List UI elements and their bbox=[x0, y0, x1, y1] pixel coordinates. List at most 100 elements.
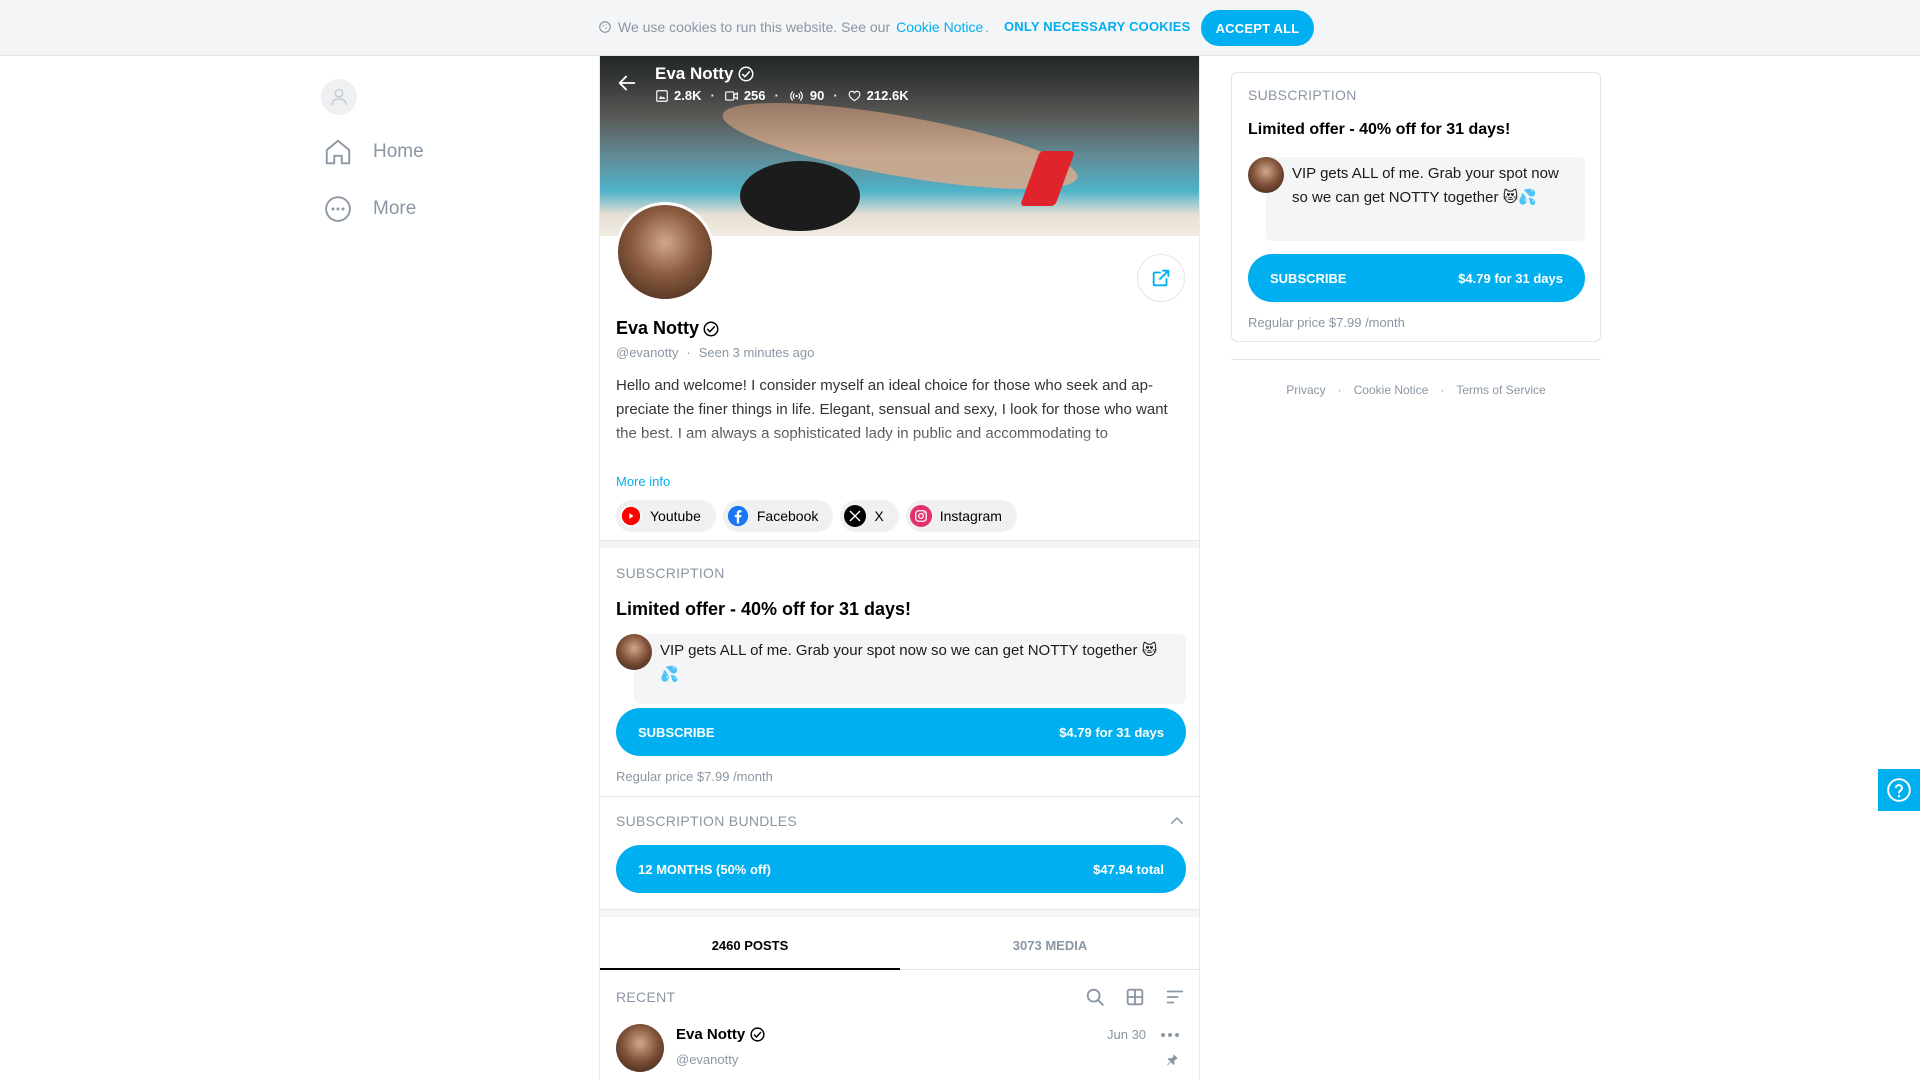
profile-handle-row: @evanotty · Seen 3 minutes ago bbox=[616, 345, 814, 360]
right-regular-price: Regular price $7.99 /month bbox=[1248, 315, 1405, 330]
social-facebook-label: Facebook bbox=[756, 508, 819, 524]
user-avatar[interactable] bbox=[321, 79, 357, 115]
bundle-label: 12 MONTHS (50% off) bbox=[638, 861, 771, 877]
post-more-options-icon[interactable] bbox=[1160, 1031, 1180, 1039]
share-button[interactable] bbox=[1137, 254, 1185, 302]
footer-separator: · bbox=[1440, 383, 1445, 397]
stat-streams-value: 90 bbox=[809, 88, 825, 103]
stat-photos: 2.8K bbox=[655, 88, 701, 103]
cover-name-text: Eva Notty bbox=[655, 64, 734, 83]
cookie-period: . bbox=[985, 19, 990, 35]
only-necessary-cookies-button[interactable]: ONLY NECESSARY COOKIES bbox=[1004, 19, 1190, 34]
user-icon bbox=[330, 88, 348, 106]
post-author-avatar[interactable] bbox=[616, 1024, 664, 1072]
accept-all-button[interactable]: ACCEPT ALL bbox=[1201, 10, 1314, 46]
right-message-avatar bbox=[1248, 157, 1284, 193]
cookie-message: We use cookies to run this website. See … bbox=[598, 19, 989, 35]
stat-likes-value: 212.6K bbox=[866, 88, 909, 103]
search-icon[interactable] bbox=[1084, 986, 1106, 1008]
post-date[interactable]: Jun 30 bbox=[1107, 1027, 1146, 1042]
chevron-up-icon bbox=[1171, 817, 1183, 824]
share-icon bbox=[1152, 269, 1170, 287]
cover-name: Eva Notty bbox=[655, 64, 755, 84]
stat-separator: · bbox=[774, 88, 779, 103]
right-subscribe-price: $4.79 for 31 days bbox=[1458, 270, 1563, 286]
subscription-card: SUBSCRIPTION Limited offer - 40% off for… bbox=[1231, 72, 1601, 342]
right-divider bbox=[1231, 359, 1601, 360]
verified-icon bbox=[738, 66, 754, 82]
stat-likes: 212.6K bbox=[847, 88, 909, 103]
tab-posts[interactable]: 2460 POSTS bbox=[600, 922, 900, 970]
subscribe-button[interactable]: SUBSCRIBE $4.79 for 31 days bbox=[616, 708, 1186, 756]
nav-label-more: More bbox=[373, 198, 417, 219]
social-facebook[interactable]: Facebook bbox=[722, 500, 834, 532]
more-circle-icon bbox=[325, 196, 351, 222]
more-info-link[interactable]: More info bbox=[616, 474, 670, 489]
cover-stats: 2.8K · 256 · 90 · 212.6K bbox=[655, 88, 909, 103]
handle-separator: · bbox=[686, 345, 691, 360]
social-instagram[interactable]: Instagram bbox=[905, 500, 1017, 532]
social-x[interactable]: X bbox=[840, 500, 899, 532]
footer-link-cookie-notice[interactable]: Cookie Notice bbox=[1354, 383, 1429, 397]
subscription-message: VIP gets ALL of me. Grab your spot now s… bbox=[634, 634, 1186, 704]
stat-streams: 90 bbox=[788, 88, 824, 103]
stat-separator: · bbox=[710, 88, 715, 103]
help-button[interactable] bbox=[1878, 769, 1920, 811]
arrow-left-icon bbox=[618, 75, 636, 91]
help-icon bbox=[1887, 778, 1911, 802]
social-youtube[interactable]: Youtube bbox=[616, 500, 716, 532]
profile-avatar[interactable] bbox=[615, 202, 715, 302]
bundle-12-months-button[interactable]: 12 MONTHS (50% off) $47.94 total bbox=[616, 845, 1186, 893]
photo-icon bbox=[656, 89, 668, 102]
footer-links: Privacy · Cookie Notice · Terms of Servi… bbox=[1231, 383, 1601, 397]
bundles-title: SUBSCRIPTION BUNDLES bbox=[616, 813, 798, 829]
live-stream-icon bbox=[790, 90, 803, 101]
profile-name: Eva Notty bbox=[616, 318, 720, 339]
profile-handle: @evanotty bbox=[616, 345, 679, 360]
back-button[interactable] bbox=[616, 72, 638, 94]
sort-icon[interactable] bbox=[1164, 986, 1186, 1008]
footer-link-terms[interactable]: Terms of Service bbox=[1456, 383, 1545, 397]
stat-videos-value: 256 bbox=[743, 88, 766, 103]
cookie-text: We use cookies to run this website. See … bbox=[618, 19, 891, 35]
feed-toolbar: RECENT bbox=[616, 986, 1186, 1008]
nav-label-home: Home bbox=[373, 141, 424, 162]
cookie-notice-link[interactable]: Cookie Notice bbox=[896, 19, 983, 35]
last-seen: Seen 3 minutes ago bbox=[698, 345, 815, 360]
right-subscription-message: VIP gets ALL of me. Grab your spot now s… bbox=[1266, 157, 1585, 241]
right-subscribe-label: SUBSCRIBE bbox=[1270, 270, 1347, 286]
subscribe-price: $4.79 for 31 days bbox=[1059, 724, 1164, 740]
footer-link-privacy[interactable]: Privacy bbox=[1286, 383, 1325, 397]
stat-photos-value: 2.8K bbox=[674, 88, 702, 103]
section-divider bbox=[600, 909, 1199, 917]
tab-media[interactable]: 3073 MEDIA bbox=[900, 922, 1199, 969]
grid-view-icon[interactable] bbox=[1124, 986, 1146, 1008]
divider bbox=[600, 796, 1199, 797]
message-avatar bbox=[616, 634, 652, 670]
right-subscription-title: SUBSCRIPTION bbox=[1248, 87, 1357, 103]
stat-videos: 256 bbox=[724, 88, 766, 103]
post-author-handle: @evanotty bbox=[676, 1052, 739, 1067]
nav-item-home[interactable]: Home bbox=[323, 137, 424, 167]
home-icon bbox=[325, 139, 351, 165]
verified-icon bbox=[703, 321, 719, 336]
heart-icon bbox=[848, 90, 861, 101]
content-tabs: 2460 POSTS 3073 MEDIA bbox=[600, 922, 1199, 970]
video-icon bbox=[724, 90, 738, 101]
nav-item-more[interactable]: More bbox=[323, 194, 416, 224]
x-icon bbox=[844, 505, 867, 527]
right-subscribe-button[interactable]: SUBSCRIBE $4.79 for 31 days bbox=[1248, 254, 1585, 302]
section-divider bbox=[600, 540, 1199, 548]
bundle-price: $47.94 total bbox=[1093, 861, 1164, 877]
profile-name-text: Eva Notty bbox=[616, 318, 700, 338]
bio-fade bbox=[616, 424, 1186, 470]
facebook-icon bbox=[727, 505, 749, 527]
youtube-icon bbox=[620, 505, 642, 527]
bundles-header[interactable]: SUBSCRIPTION BUNDLES bbox=[616, 812, 1186, 830]
subscribe-label: SUBSCRIBE bbox=[638, 724, 715, 740]
cookie-bar: We use cookies to run this website. See … bbox=[0, 0, 1920, 56]
post-author-name[interactable]: Eva Notty bbox=[676, 1026, 766, 1043]
social-youtube-label: Youtube bbox=[650, 508, 701, 524]
regular-price: Regular price $7.99 /month bbox=[616, 769, 773, 784]
post-author-name-text: Eva Notty bbox=[676, 1026, 746, 1043]
